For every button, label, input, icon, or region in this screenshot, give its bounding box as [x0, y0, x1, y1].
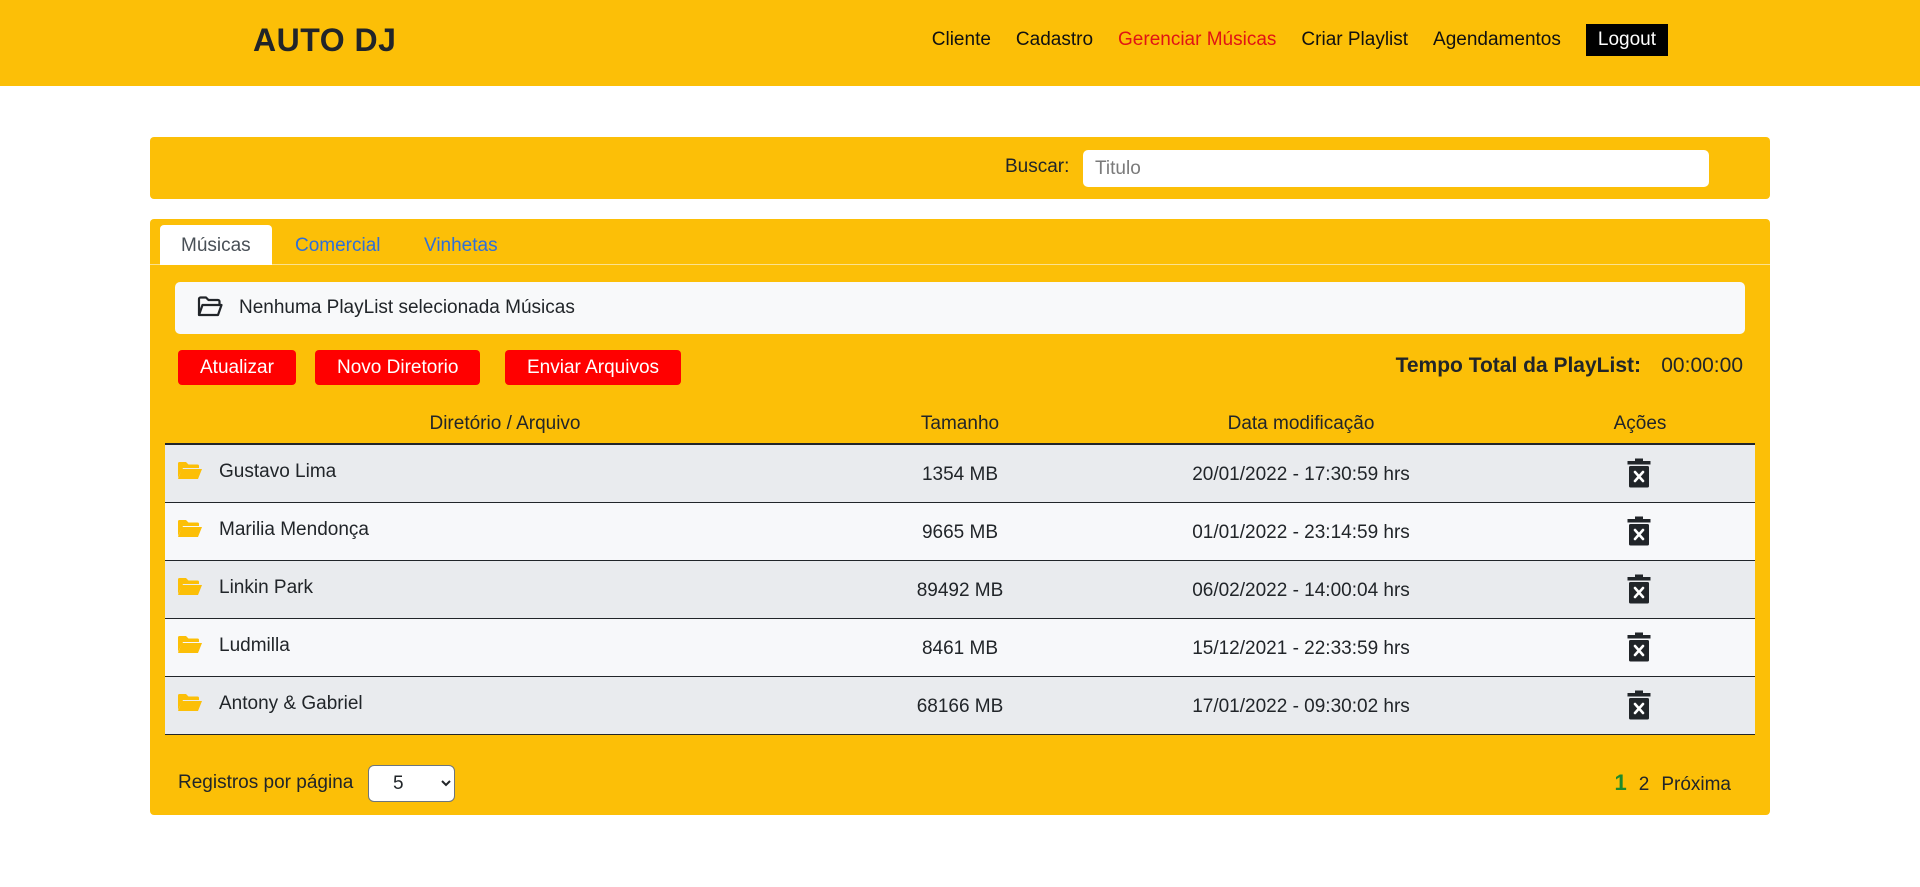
search-panel: Buscar:: [150, 137, 1770, 199]
nav-link-agendamentos[interactable]: Agendamentos: [1433, 29, 1561, 51]
folder-icon: [178, 694, 202, 711]
row-modified: 06/02/2022 - 14:00:04 hrs: [1192, 580, 1410, 601]
per-page-select[interactable]: 5 10 25 50: [368, 765, 455, 802]
row-name[interactable]: Antony & Gabriel: [219, 693, 363, 715]
logout-button[interactable]: Logout: [1585, 24, 1668, 56]
table-row[interactable]: Ludmilla 8461 MB 15/12/2021 - 22:33:59 h…: [165, 619, 1755, 677]
search-label: Buscar:: [1005, 156, 1070, 177]
pagination: 1 2 Próxima: [1614, 770, 1731, 796]
column-header-name[interactable]: Diretório / Arquivo: [429, 413, 580, 435]
nav-link-gerenciar-musicas[interactable]: Gerenciar Músicas: [1118, 29, 1276, 51]
table-row[interactable]: Marilia Mendonça 9665 MB 01/01/2022 - 23…: [165, 503, 1755, 561]
column-header-size[interactable]: Tamanho: [921, 413, 999, 435]
playlist-total-time-label: Tempo Total da PlayList:: [1395, 354, 1641, 377]
trash-icon[interactable]: [1627, 516, 1651, 546]
trash-icon[interactable]: [1627, 458, 1651, 488]
breadcrumb-text: Nenhuma PlayList selecionada Músicas: [239, 297, 575, 318]
row-size: 9665 MB: [921, 522, 999, 543]
row-name[interactable]: Marilia Mendonça: [219, 519, 369, 541]
next-page-link[interactable]: Próxima: [1661, 774, 1731, 796]
row-name[interactable]: Linkin Park: [219, 577, 313, 599]
row-modified: 20/01/2022 - 17:30:59 hrs: [1192, 464, 1410, 485]
search-input[interactable]: [1083, 150, 1709, 187]
tab-musicas[interactable]: Músicas: [160, 225, 272, 265]
folder-icon: [178, 520, 202, 537]
brand-logo[interactable]: AUTO DJ: [253, 22, 396, 59]
folder-icon: [178, 578, 202, 595]
row-size: 89492 MB: [916, 580, 1004, 601]
trash-icon[interactable]: [1627, 574, 1651, 604]
table-row[interactable]: Antony & Gabriel 68166 MB 17/01/2022 - 0…: [165, 677, 1755, 735]
nav-links: Cliente Cadastro Gerenciar Músicas Criar…: [932, 24, 1668, 56]
tab-comercial[interactable]: Comercial: [274, 225, 402, 265]
nav-link-criar-playlist[interactable]: Criar Playlist: [1301, 29, 1408, 51]
files-table: Diretório / Arquivo Tamanho Data modific…: [165, 404, 1755, 735]
trash-icon[interactable]: [1627, 690, 1651, 720]
top-navbar: AUTO DJ Cliente Cadastro Gerenciar Músic…: [0, 0, 1920, 86]
new-directory-button[interactable]: Novo Diretorio: [315, 350, 481, 385]
folder-icon: [178, 462, 202, 479]
table-row[interactable]: Linkin Park 89492 MB 06/02/2022 - 14:00:…: [165, 561, 1755, 619]
row-name[interactable]: Gustavo Lima: [219, 461, 336, 483]
table-row[interactable]: Gustavo Lima 1354 MB 20/01/2022 - 17:30:…: [165, 445, 1755, 503]
column-header-modified[interactable]: Data modificação: [1228, 413, 1375, 435]
row-modified: 15/12/2021 - 22:33:59 hrs: [1192, 638, 1410, 659]
row-size: 8461 MB: [921, 638, 999, 659]
table-header: Diretório / Arquivo Tamanho Data modific…: [165, 404, 1755, 445]
playlist-total-time-value: 00:00:00: [1661, 354, 1743, 377]
nav-link-cadastro[interactable]: Cadastro: [1016, 29, 1093, 51]
breadcrumb: Nenhuma PlayList selecionada Músicas: [175, 282, 1745, 334]
per-page-label: Registros por página: [178, 772, 354, 793]
file-manager-panel: Músicas Comercial Vinhetas Nenhuma PlayL…: [150, 219, 1770, 815]
folder-icon: [178, 636, 202, 653]
row-name[interactable]: Ludmilla: [219, 635, 290, 657]
page-link-2[interactable]: 2: [1639, 774, 1650, 796]
row-modified: 17/01/2022 - 09:30:02 hrs: [1192, 696, 1410, 717]
refresh-button[interactable]: Atualizar: [178, 350, 296, 385]
trash-icon[interactable]: [1627, 632, 1651, 662]
row-size: 68166 MB: [916, 696, 1004, 717]
upload-files-button[interactable]: Enviar Arquivos: [505, 350, 682, 385]
row-modified: 01/01/2022 - 23:14:59 hrs: [1192, 522, 1410, 543]
nav-link-cliente[interactable]: Cliente: [932, 29, 991, 51]
column-header-actions: Ações: [1613, 413, 1667, 434]
tab-bar: Músicas Comercial Vinhetas: [150, 219, 1770, 265]
tab-vinhetas[interactable]: Vinhetas: [403, 225, 519, 265]
page-link-1[interactable]: 1: [1614, 770, 1626, 796]
row-size: 1354 MB: [921, 464, 999, 485]
folder-open-icon: [197, 296, 223, 317]
